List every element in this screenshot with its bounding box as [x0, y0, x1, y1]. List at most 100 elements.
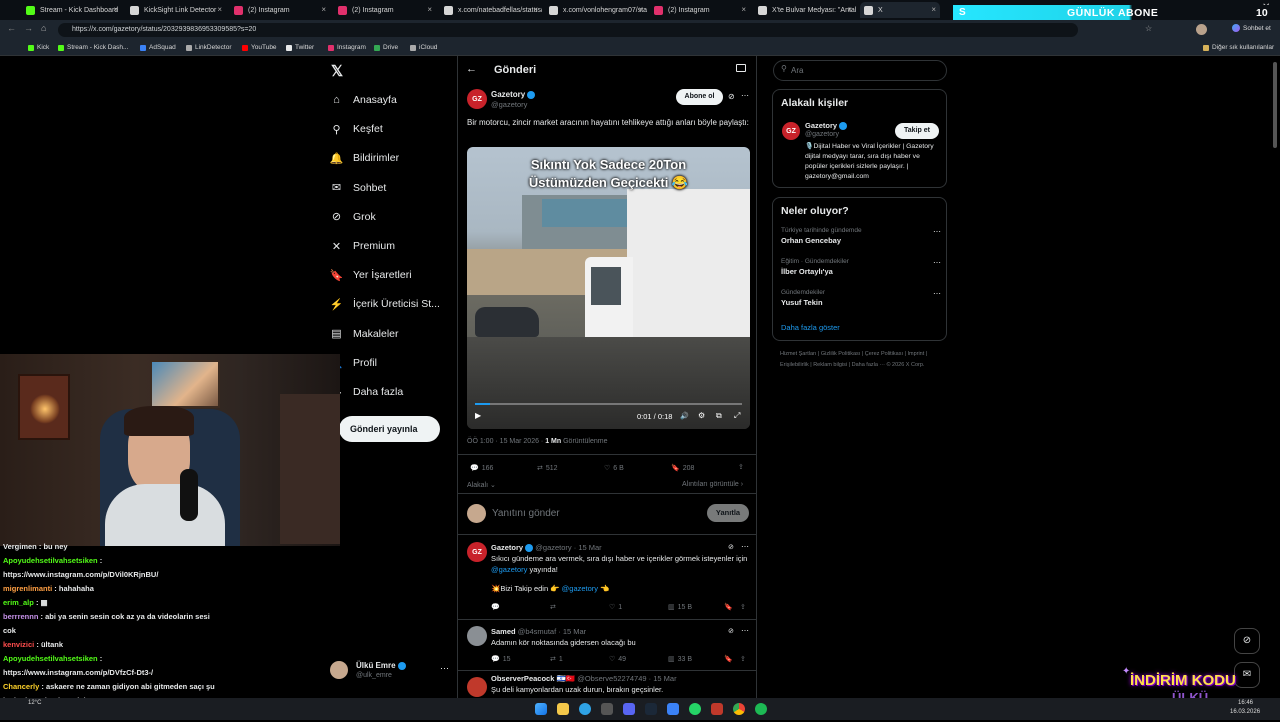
nav-item[interactable]: ▤ Makaleler — [330, 323, 398, 345]
browser-tab[interactable]: X × — [860, 2, 940, 18]
x-logo[interactable]: 𝕏 — [331, 62, 343, 80]
discord-icon[interactable] — [623, 703, 635, 715]
like-action[interactable]: ♡ 49 — [609, 655, 626, 664]
more-icon[interactable]: ⋯ — [933, 227, 941, 236]
subscribe-button[interactable]: Abone ol — [676, 89, 723, 105]
reader-icon[interactable] — [736, 64, 746, 72]
play-icon[interactable]: ▶ — [475, 411, 481, 420]
chat-username[interactable]: migrenlimanti — [3, 584, 52, 593]
reply-action[interactable]: 💬 15 — [491, 655, 511, 664]
grok-floating-button[interactable]: ⊘ — [1234, 628, 1260, 654]
forward-icon[interactable]: → — [24, 23, 33, 33]
bookmark-item[interactable]: LinkDetector — [186, 44, 232, 51]
browser-tab[interactable]: (2) Instagram × — [334, 2, 436, 18]
chat-username[interactable]: Apoyudehsetilvahsetsiken — [3, 556, 98, 565]
steam-icon[interactable] — [645, 703, 657, 715]
footer-links[interactable]: Hizmet Şartları | Gizlilik Politikası | … — [780, 349, 940, 371]
chrome-icon[interactable] — [733, 703, 745, 715]
browser-tab[interactable]: x.com/vonlohengram07/sta... × — [545, 2, 647, 18]
clock-time[interactable]: 16:46 — [1238, 700, 1253, 706]
more-icon[interactable]: ⋯ — [741, 626, 749, 635]
nav-item[interactable]: ✕ Premium — [330, 235, 395, 257]
browser-tab[interactable]: KickSight Link Detector × — [126, 2, 226, 18]
nav-item[interactable]: 🔖 Yer İşaretleri — [330, 264, 412, 286]
chat-username[interactable]: erim_alp — [3, 598, 34, 607]
fullscreen-icon[interactable]: ⤢ — [734, 411, 740, 421]
settings-icon[interactable]: ⚙ — [698, 411, 705, 420]
sort-relevant-dropdown[interactable]: Alakalı ⌄ — [467, 481, 496, 489]
back-arrow-icon[interactable]: ← — [466, 63, 477, 75]
chat-button[interactable]: Sohbet et — [1232, 24, 1271, 32]
follow-button[interactable]: Takip et — [895, 123, 939, 139]
tab-close-icon[interactable]: × — [113, 5, 118, 14]
reply-input[interactable]: Yanıtını gönder — [492, 508, 652, 519]
search-input[interactable]: Ara — [773, 60, 947, 81]
post-button[interactable]: Gönderi yayınla — [339, 416, 440, 442]
bookmark-icon[interactable]: 🔖 — [724, 603, 733, 611]
edge-icon[interactable] — [579, 703, 591, 715]
home-icon[interactable]: ⌂ — [41, 23, 46, 33]
mention-link[interactable]: @gazetory — [491, 565, 527, 574]
browser-tab[interactable]: (2) Instagram × — [230, 2, 330, 18]
trend-item[interactable]: Eğitim · Gündemdekiler İlber Ortaylı'ya ⋯ — [781, 258, 941, 284]
more-icon[interactable]: ⋯ — [741, 542, 749, 551]
nav-item[interactable]: ⊘ Grok — [330, 206, 376, 228]
show-more-link[interactable]: Daha fazla göster — [781, 323, 840, 332]
post-video[interactable]: Sıkıntı Yok Sadece 20Ton Üstümüzden Geçi… — [467, 147, 750, 429]
views-action[interactable]: ▥ 33 B — [668, 655, 692, 664]
clock-date[interactable]: 16.03.2026 — [1230, 709, 1260, 715]
bookmark-icon[interactable]: 🔖 — [724, 655, 733, 663]
other-bookmarks[interactable]: Diğer sık kullanılanlar — [1203, 44, 1274, 51]
repost-action[interactable]: ⇄ 512 — [537, 464, 558, 473]
chat-username[interactable]: berrrennn — [3, 612, 38, 621]
file-explorer-icon[interactable] — [557, 703, 569, 715]
browser-tab[interactable]: X'te Bulvar Medyası: "Antalya...× — [754, 2, 856, 18]
weather-widget[interactable]: 12°C — [28, 700, 41, 706]
repost-action[interactable]: ⇄ 1 — [550, 655, 563, 664]
browser-tab[interactable]: (2) Instagram × — [650, 2, 750, 18]
tab-close-icon[interactable]: × — [427, 5, 432, 14]
star-icon[interactable]: ☆ — [1145, 24, 1152, 33]
chat-username[interactable]: Chancerly — [3, 682, 39, 691]
bookmark-item[interactable]: iCloud — [410, 44, 437, 51]
author-avatar[interactable]: GZ — [467, 89, 487, 109]
views-action[interactable]: ▥ 15 B — [668, 603, 692, 612]
app-icon[interactable] — [601, 703, 613, 715]
account-switcher[interactable]: Ülkü Emre @ulk_emre ⋯ — [330, 659, 452, 683]
mention-link[interactable]: @gazetory — [562, 584, 598, 593]
reply-icon[interactable]: 💬 — [491, 603, 500, 611]
author-name-row[interactable]: Gazetory — [491, 90, 536, 99]
tab-close-icon[interactable]: × — [533, 5, 538, 14]
bookmark-item[interactable]: Instagram — [328, 44, 366, 51]
bookmark-item[interactable]: AdSquad — [140, 44, 176, 51]
share-icon[interactable]: ⇪ — [740, 603, 746, 611]
reply-action[interactable]: 💬 166 — [470, 464, 493, 473]
trend-item[interactable]: Türkiye tarihinde gündemde Orhan Gencebay… — [781, 227, 941, 253]
reply-button[interactable]: Yanıtla — [707, 504, 749, 522]
like-action[interactable]: ♡ 6 B — [604, 464, 624, 473]
profile-avatar[interactable] — [1196, 24, 1207, 35]
nav-item[interactable]: ⋯Daha fazla — [330, 381, 403, 403]
tab-close-icon[interactable]: × — [741, 5, 746, 14]
video-progress-track[interactable] — [475, 403, 742, 405]
show-quotes-link[interactable]: Alıntıları görüntüle › — [682, 481, 743, 488]
author-handle[interactable]: @gazetory — [491, 100, 527, 109]
nav-item[interactable]: 🔔 Bildirimler — [330, 147, 399, 169]
more-icon[interactable]: ⋯ — [741, 91, 749, 100]
spotify-icon[interactable] — [755, 703, 767, 715]
tab-close-icon[interactable]: × — [217, 5, 222, 14]
bookmark-item[interactable]: Stream - Kick Dash... — [58, 44, 128, 51]
chat-username[interactable]: kenvizici — [3, 640, 34, 649]
chat-username[interactable]: Apoyudehsetilvahsetsiken — [3, 654, 98, 663]
nav-item[interactable]: ⌂ Anasayfa — [330, 89, 397, 111]
bookmark-item[interactable]: Kick — [28, 44, 49, 51]
more-icon[interactable]: ⋯ — [440, 663, 449, 674]
grok-icon[interactable]: ⊘ — [728, 627, 734, 635]
whatsapp-icon[interactable] — [689, 703, 701, 715]
back-icon[interactable]: ← — [7, 23, 16, 33]
tab-close-icon[interactable]: × — [847, 5, 852, 14]
app-icon[interactable] — [711, 703, 723, 715]
chat-username[interactable]: Vergimen — [3, 542, 37, 551]
volume-icon[interactable]: 🔊 — [680, 412, 689, 420]
person-avatar[interactable]: GZ — [782, 122, 800, 140]
